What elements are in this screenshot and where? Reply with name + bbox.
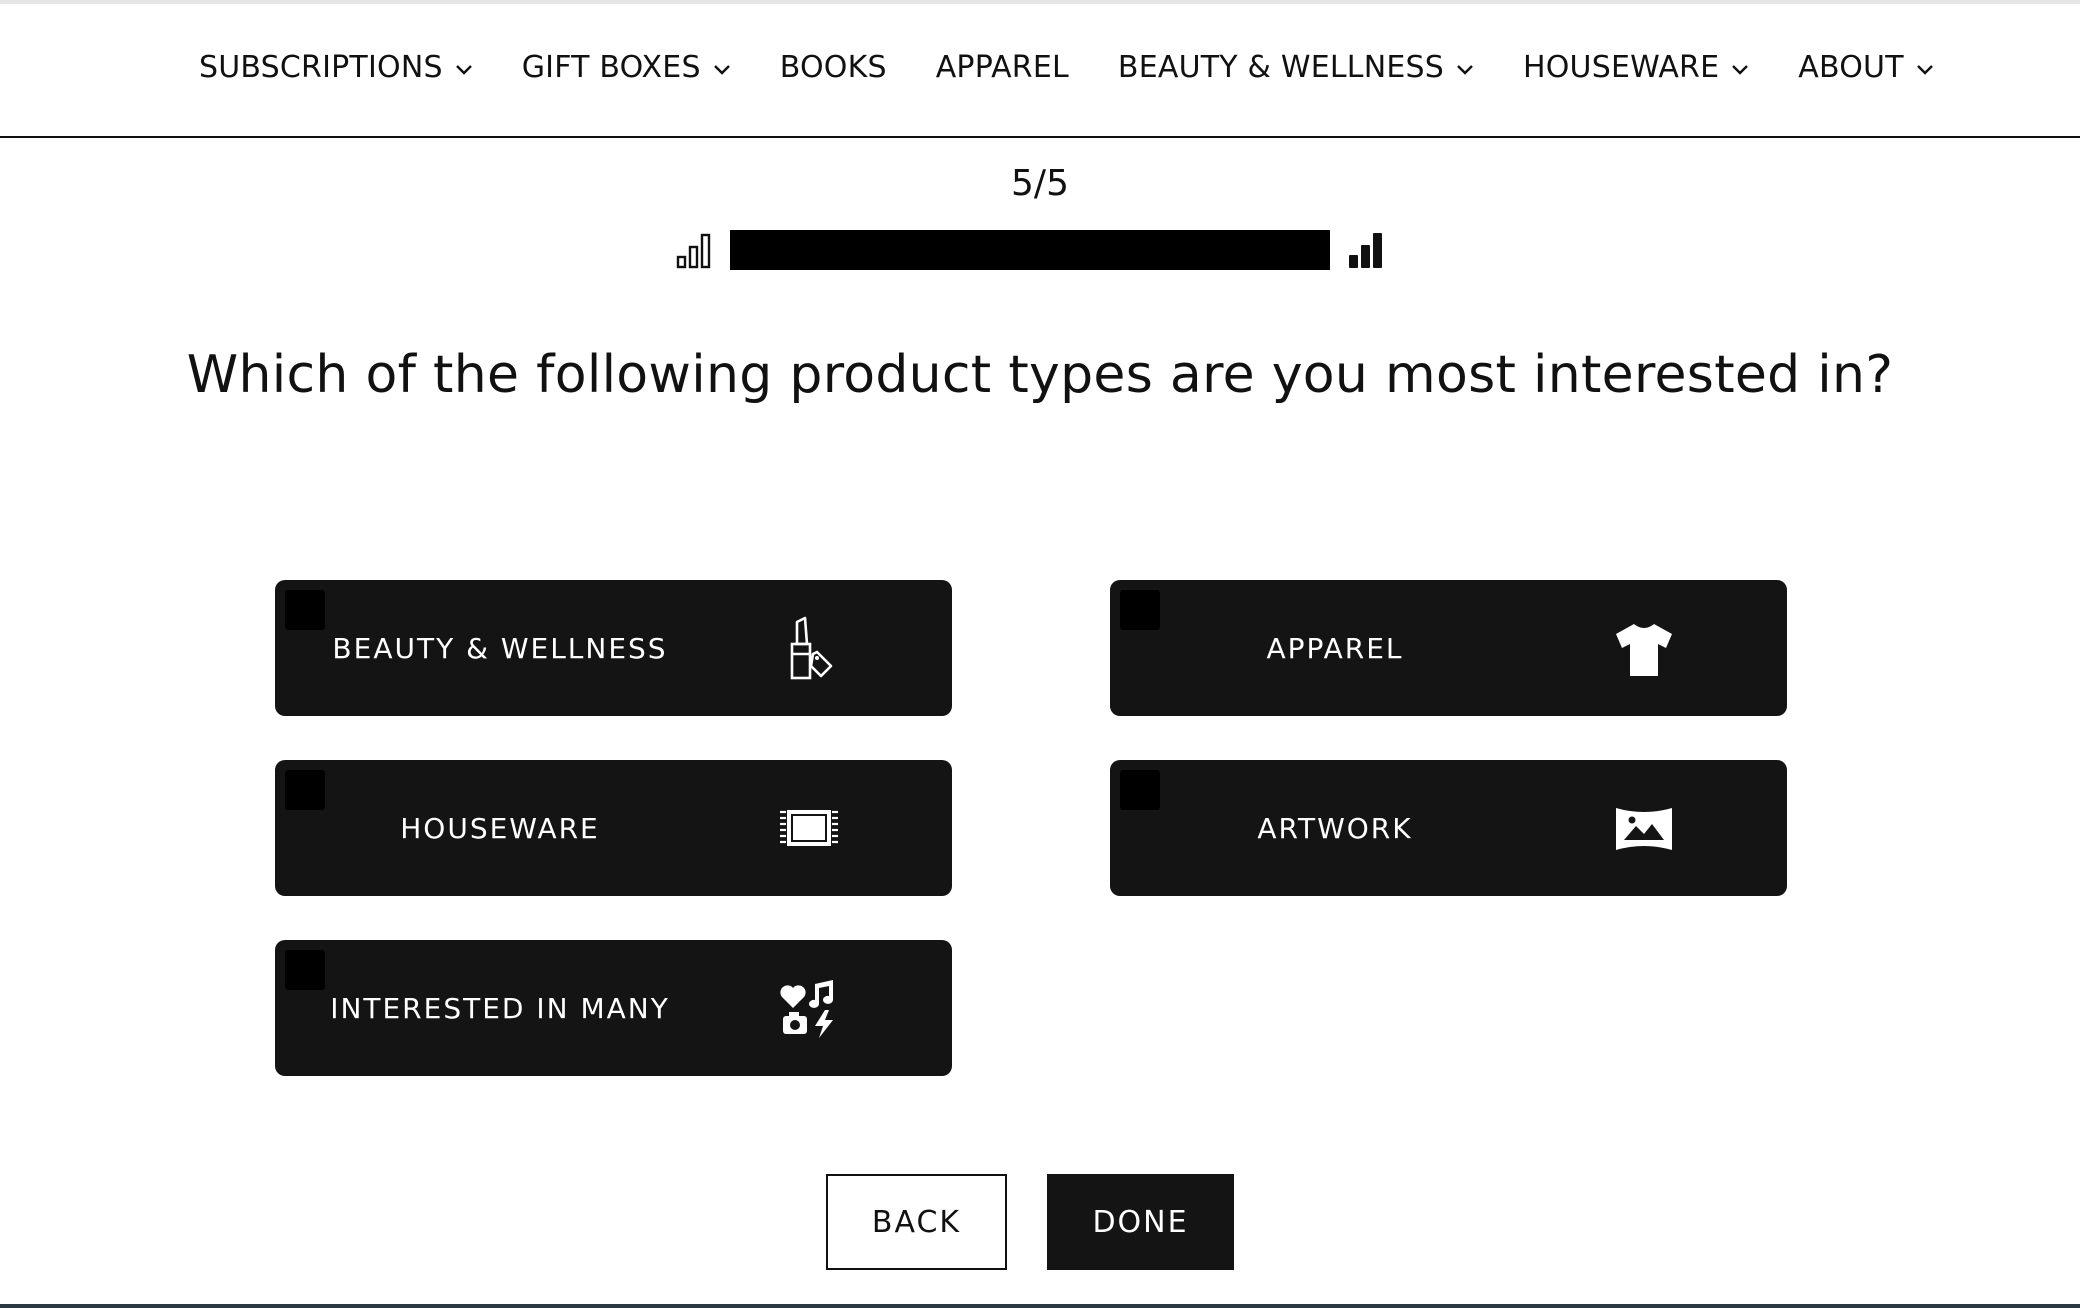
nav-item-subscriptions[interactable]: SUBSCRIPTIONS xyxy=(199,50,473,85)
option-houseware[interactable]: HOUSEWARE xyxy=(275,760,952,896)
chevron-down-icon xyxy=(1732,64,1749,75)
option-interested-in-many[interactable]: INTERESTED IN MANY xyxy=(275,940,952,1076)
nav-item-apparel[interactable]: APPAREL xyxy=(936,50,1069,85)
quiz-page: SUBSCRIPTIONS GIFT BOXES BOOKS APPAREL B… xyxy=(0,0,2080,1308)
nav-item-label: HOUSEWARE xyxy=(1522,50,1720,85)
option-label: BEAUTY & WELLNESS xyxy=(332,631,668,665)
option-beauty-wellness[interactable]: BEAUTY & WELLNESS xyxy=(275,580,952,716)
landscape-image-icon xyxy=(1616,808,1672,850)
progress-indicator xyxy=(676,230,1384,270)
nav-item-gift-boxes[interactable]: GIFT BOXES xyxy=(522,50,731,85)
chevron-down-icon xyxy=(713,64,730,75)
progress-fill xyxy=(730,230,1330,270)
nav-item-label: GIFT BOXES xyxy=(521,50,701,85)
main-nav: SUBSCRIPTIONS GIFT BOXES BOOKS APPAREL B… xyxy=(199,50,1934,85)
chevron-down-icon xyxy=(1457,64,1473,75)
bottom-rule xyxy=(0,1304,2080,1308)
option-checkbox[interactable] xyxy=(285,950,325,990)
option-apparel[interactable]: APPAREL xyxy=(1110,580,1787,716)
chevron-down-icon xyxy=(455,64,472,75)
option-label: APPAREL xyxy=(1266,631,1404,665)
option-checkbox[interactable] xyxy=(285,770,325,810)
option-label: ARTWORK xyxy=(1257,811,1413,845)
nav-item-label: BEAUTY & WELLNESS xyxy=(1117,50,1444,85)
nav-item-books[interactable]: BOOKS xyxy=(780,50,887,85)
signal-full-icon xyxy=(1349,233,1382,268)
lipstick-icon xyxy=(790,616,833,680)
done-button[interactable]: DONE xyxy=(1047,1174,1234,1270)
quiz-question: Which of the following product types are… xyxy=(186,345,1894,405)
nav-item-about[interactable]: ABOUT xyxy=(1798,50,1933,85)
option-checkbox[interactable] xyxy=(285,590,325,630)
option-checkbox[interactable] xyxy=(1120,590,1160,630)
tshirt-icon xyxy=(1616,624,1672,676)
nav-item-houseware[interactable]: HOUSEWARE xyxy=(1523,50,1749,85)
rug-icon xyxy=(780,810,838,846)
chevron-down-icon xyxy=(1916,64,1933,75)
site-header: SUBSCRIPTIONS GIFT BOXES BOOKS APPAREL B… xyxy=(0,4,2080,138)
option-label: HOUSEWARE xyxy=(400,811,600,845)
step-counter: 5/5 xyxy=(1011,163,1069,204)
nav-item-beauty-wellness[interactable]: BEAUTY & WELLNESS xyxy=(1118,50,1474,85)
nav-item-label: APPAREL xyxy=(935,50,1069,85)
option-label: INTERESTED IN MANY xyxy=(330,991,670,1025)
progress-track xyxy=(730,230,1330,270)
back-button[interactable]: BACK xyxy=(826,1174,1007,1270)
signal-low-icon xyxy=(676,233,711,269)
nav-item-label: ABOUT xyxy=(1798,50,1904,85)
nav-item-label: SUBSCRIPTIONS xyxy=(199,50,443,85)
option-artwork[interactable]: ARTWORK xyxy=(1110,760,1787,896)
option-checkbox[interactable] xyxy=(1120,770,1160,810)
nav-item-label: BOOKS xyxy=(779,50,887,85)
many-interests-icon xyxy=(780,980,833,1038)
